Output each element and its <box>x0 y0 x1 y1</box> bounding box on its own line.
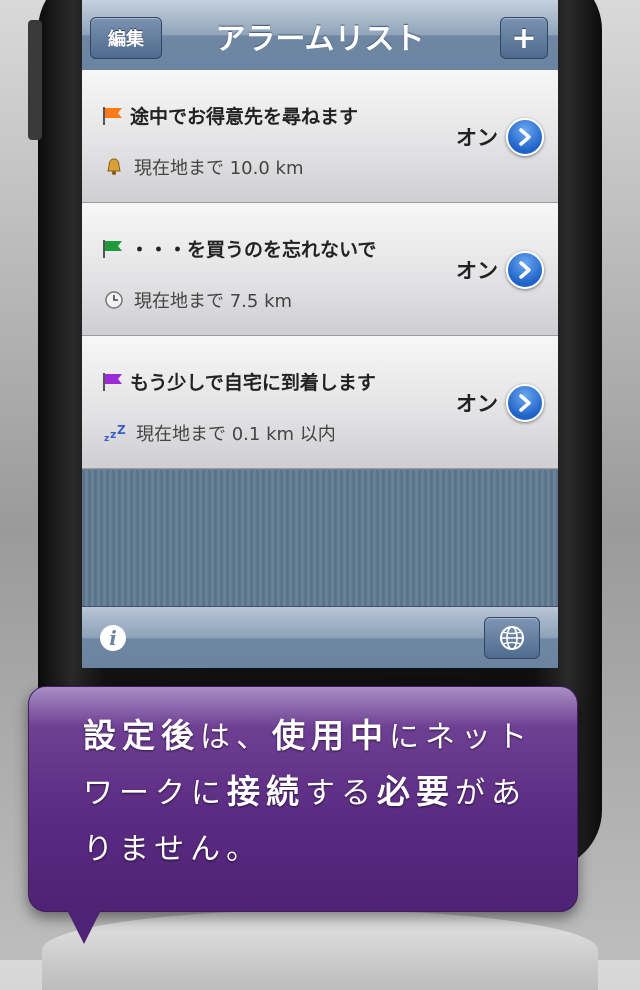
alarm-status: オン <box>456 126 498 150</box>
alarm-distance: 現在地まで 0.1 km 以内 <box>136 424 336 445</box>
alarm-row[interactable]: ・・・を買うのを忘れないで 現在地まで 7.5 km オン <box>82 203 558 336</box>
chevron-right-icon[interactable] <box>506 118 544 156</box>
callout-part: 必要 <box>377 772 455 811</box>
globe-button[interactable] <box>484 617 540 659</box>
callout-part: は、 <box>200 720 272 755</box>
alarm-status: オン <box>456 259 498 283</box>
alarm-title: 途中でお得意先を尋ねます <box>130 106 359 128</box>
callout-bubble: 設定後は、使用中にネットワークに接続する必要がありません。 <box>28 686 578 912</box>
alarm-subtitle-wrap: 現在地まで 10.0 km <box>104 154 303 180</box>
alarm-subtitle-wrap: 現在地まで 7.5 km <box>104 287 292 313</box>
sleep-zzz-icon: z z Z <box>104 423 126 443</box>
alarm-subtitle-wrap: z z Z 現在地まで 0.1 km 以内 <box>104 420 336 446</box>
alarm-status: オン <box>456 392 498 416</box>
chevron-right-icon[interactable] <box>506 251 544 289</box>
flag-icon <box>103 239 122 258</box>
bottom-toolbar: i <box>82 606 558 668</box>
svg-text:z: z <box>104 434 109 443</box>
bell-icon <box>107 158 121 175</box>
clock-icon <box>105 291 123 309</box>
map-background <box>82 470 558 606</box>
svg-text:Z: Z <box>117 423 126 437</box>
flag-icon <box>103 372 122 391</box>
callout-part: する <box>305 776 377 811</box>
alarm-row[interactable]: もう少しで自宅に到着します z z Z 現在地まで 0.1 km 以内 オン <box>82 336 558 469</box>
alarm-title-wrap: もう少しで自宅に到着します <box>102 368 376 395</box>
alarm-title-wrap: 途中でお得意先を尋ねます <box>102 102 358 129</box>
svg-text:z: z <box>110 428 116 441</box>
navigation-bar: 編集 アラームリスト + <box>82 0 558 71</box>
add-alarm-button[interactable]: + <box>500 17 548 59</box>
callout-tail <box>62 900 106 944</box>
callout-part: ワーク <box>83 776 191 811</box>
app-screen: 編集 アラームリスト + 途中でお得意先を尋ねます 現在地まで 10.0 km … <box>82 0 558 668</box>
callout-part: 接続 <box>227 772 305 811</box>
globe-icon <box>500 626 524 650</box>
callout-part: に <box>191 776 227 811</box>
alarm-title: もう少しで自宅に到着します <box>130 372 376 394</box>
callout-part: りません。 <box>83 832 263 867</box>
callout-text: 設定後は、使用中にネットワークに接続する必要がありません。 <box>83 709 543 877</box>
callout-part: にネット <box>389 720 533 755</box>
alarm-title-wrap: ・・・を買うのを忘れないで <box>102 235 376 262</box>
alarm-distance: 現在地まで 7.5 km <box>134 291 293 312</box>
flag-icon <box>103 106 122 125</box>
info-icon[interactable]: i <box>100 625 126 651</box>
alarm-row[interactable]: 途中でお得意先を尋ねます 現在地まで 10.0 km オン <box>82 70 558 203</box>
alarm-distance: 現在地まで 10.0 km <box>134 158 304 179</box>
phone-reflection <box>42 910 598 990</box>
callout-part: 設定後 <box>83 716 200 755</box>
side-button <box>28 20 42 140</box>
alarm-title: ・・・を買うのを忘れないで <box>130 239 377 261</box>
callout-part: があ <box>455 776 527 811</box>
callout-part: 使用中 <box>272 716 389 755</box>
page-title: アラームリスト <box>215 22 425 57</box>
chevron-right-icon[interactable] <box>506 384 544 422</box>
